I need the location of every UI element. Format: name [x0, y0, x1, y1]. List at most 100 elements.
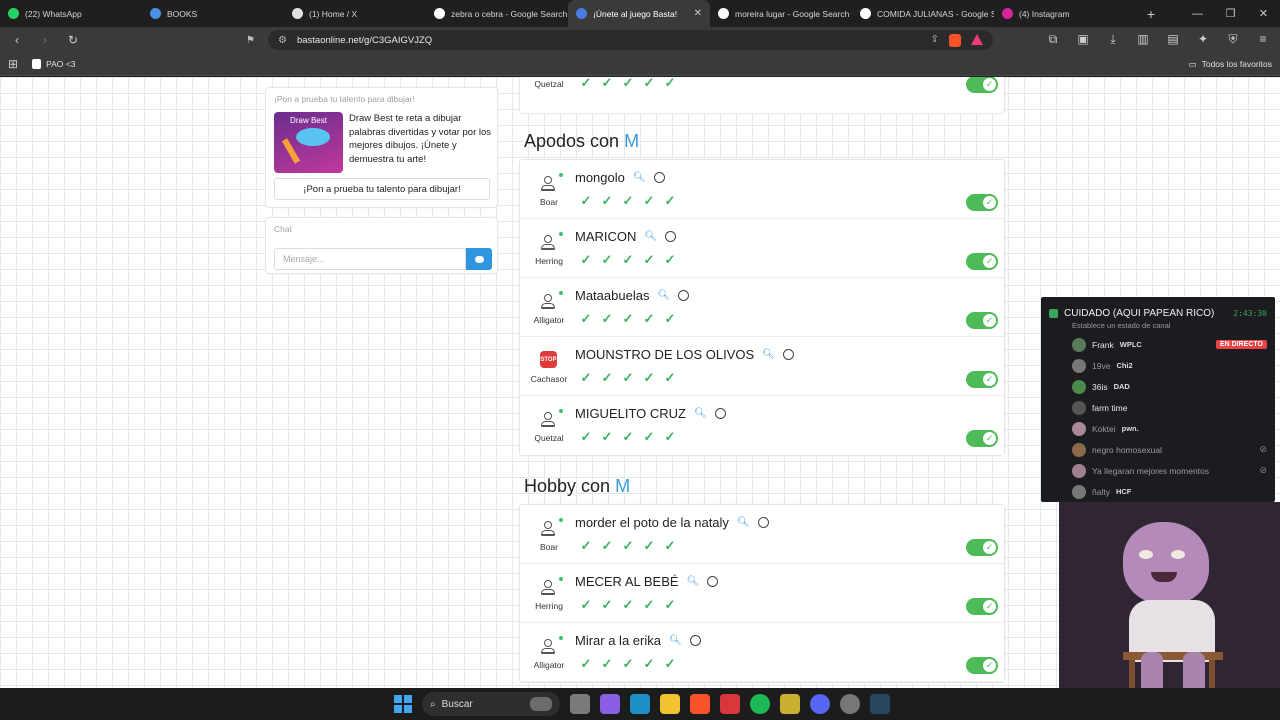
- chat-message-input[interactable]: Mensaje...: [274, 248, 466, 270]
- voice-channel[interactable]: CUIDADO (AQUI PAPEAN RICO) 2:43:30: [1049, 308, 1267, 319]
- check-icon[interactable]: ✓: [621, 430, 635, 444]
- check-icon[interactable]: ✓: [600, 430, 614, 444]
- new-tab-button[interactable]: +: [1136, 0, 1166, 27]
- all-bookmarks[interactable]: ▭ Todos los favoritos: [1189, 59, 1272, 70]
- check-icon[interactable]: ✓: [663, 598, 677, 612]
- valid-toggle[interactable]: ✓: [966, 371, 998, 388]
- check-icon[interactable]: ✓: [642, 253, 656, 267]
- check-icon[interactable]: ✓: [579, 657, 593, 671]
- check-icon[interactable]: ✓: [663, 371, 677, 385]
- tab-whatsapp[interactable]: (22) WhatsApp: [0, 0, 142, 27]
- check-icon[interactable]: ✓: [642, 194, 656, 208]
- search-icon[interactable]: 🔍︎: [633, 172, 646, 183]
- spotify-icon[interactable]: [750, 694, 770, 714]
- minimize-icon[interactable]: —: [1181, 0, 1214, 27]
- check-icon[interactable]: ✓: [642, 312, 656, 326]
- bookmark-pao[interactable]: PAO <3: [32, 59, 75, 69]
- extensions-icon[interactable]: ⧉: [1044, 32, 1062, 47]
- search-icon[interactable]: 🔍︎: [657, 290, 670, 301]
- tab-google-comida[interactable]: COMIDA JULIANAS - Google S: [852, 0, 994, 27]
- check-icon[interactable]: ✓: [621, 194, 635, 208]
- close-window-icon[interactable]: ✕: [1247, 0, 1280, 27]
- discord-icon[interactable]: [810, 694, 830, 714]
- share-icon[interactable]: ⇪: [931, 34, 939, 47]
- check-icon[interactable]: ✓: [663, 194, 677, 208]
- app-red-icon[interactable]: [720, 694, 740, 714]
- valid-toggle[interactable]: ✓: [966, 598, 998, 615]
- tab-google-moreira[interactable]: moreira lugar - Google Search: [710, 0, 852, 27]
- search-icon[interactable]: 🔍︎: [644, 231, 657, 242]
- check-icon[interactable]: ✓: [642, 77, 656, 90]
- search-icon[interactable]: 🔍︎: [694, 408, 707, 419]
- drawbest-thumbnail[interactable]: Draw Best: [274, 112, 343, 173]
- screenshot-icon[interactable]: ▣: [1074, 32, 1092, 47]
- check-icon[interactable]: ✓: [579, 371, 593, 385]
- wallet-icon[interactable]: ▤: [1164, 32, 1182, 47]
- search-icon[interactable]: 🔍︎: [737, 517, 750, 528]
- voice-member[interactable]: farm time: [1072, 397, 1267, 418]
- emoji-react-icon[interactable]: [678, 290, 690, 301]
- check-icon[interactable]: ✓: [579, 539, 593, 553]
- check-icon[interactable]: ✓: [621, 312, 635, 326]
- address-bar[interactable]: ⚑ ⚙ bastaonline.net/g/C3GAIGVJZQ ⇪: [246, 30, 993, 50]
- edge-icon[interactable]: [630, 694, 650, 714]
- emoji-react-icon[interactable]: [782, 349, 794, 360]
- url-text[interactable]: bastaonline.net/g/C3GAIGVJZQ: [297, 35, 432, 46]
- emoji-react-icon[interactable]: [757, 517, 769, 528]
- check-icon[interactable]: ✓: [642, 598, 656, 612]
- promo-cta-button[interactable]: ¡Pon a prueba tu talento para dibujar!: [274, 178, 490, 200]
- check-icon[interactable]: ✓: [621, 371, 635, 385]
- steam-icon[interactable]: [870, 694, 890, 714]
- download-icon[interactable]: ⤓: [1104, 32, 1122, 47]
- check-icon[interactable]: ✓: [621, 657, 635, 671]
- valid-toggle[interactable]: ✓: [966, 312, 998, 329]
- check-icon[interactable]: ✓: [663, 539, 677, 553]
- store-icon[interactable]: [570, 694, 590, 714]
- search-icon[interactable]: 🔍︎: [669, 635, 682, 646]
- restore-icon[interactable]: ❐: [1214, 0, 1247, 27]
- valid-toggle[interactable]: ✓: [966, 77, 998, 93]
- check-icon[interactable]: ✓: [579, 312, 593, 326]
- check-icon[interactable]: ✓: [600, 77, 614, 90]
- check-icon[interactable]: ✓: [663, 312, 677, 326]
- channel-status[interactable]: Establece un estado de canal: [1072, 321, 1267, 330]
- check-icon[interactable]: ✓: [600, 539, 614, 553]
- vpn-icon[interactable]: ⛨: [1224, 32, 1242, 47]
- check-icon[interactable]: ✓: [621, 598, 635, 612]
- apps-grid-icon[interactable]: ⊞: [8, 57, 18, 71]
- check-icon[interactable]: ✓: [579, 598, 593, 612]
- check-icon[interactable]: ✓: [663, 657, 677, 671]
- check-icon[interactable]: ✓: [579, 77, 593, 90]
- tab-google-zebra[interactable]: zebra o cebra - Google Search: [426, 0, 568, 27]
- voice-member[interactable]: Ya llegaran mejores momentos ⊘: [1072, 460, 1267, 481]
- send-message-button[interactable]: [466, 248, 492, 270]
- emoji-react-icon[interactable]: [665, 231, 677, 242]
- valid-toggle[interactable]: ✓: [966, 539, 998, 556]
- voice-member[interactable]: 19ve Chi2: [1072, 355, 1267, 376]
- check-icon[interactable]: ✓: [663, 77, 677, 90]
- tab-books[interactable]: BOOKS: [142, 0, 284, 27]
- forward-icon[interactable]: ›: [36, 33, 54, 47]
- check-icon[interactable]: ✓: [642, 539, 656, 553]
- emoji-react-icon[interactable]: [714, 408, 726, 419]
- check-icon[interactable]: ✓: [621, 253, 635, 267]
- tab-x[interactable]: (1) Home / X: [284, 0, 426, 27]
- valid-toggle[interactable]: ✓: [966, 657, 998, 674]
- search-icon[interactable]: 🔍︎: [762, 349, 775, 360]
- taskbar-search[interactable]: ⌕ Buscar: [422, 692, 560, 716]
- back-icon[interactable]: ‹: [8, 33, 26, 47]
- app-gear-icon[interactable]: [840, 694, 860, 714]
- voice-member[interactable]: 36is DAD: [1072, 376, 1267, 397]
- valid-toggle[interactable]: ✓: [966, 194, 998, 211]
- check-icon[interactable]: ✓: [600, 312, 614, 326]
- voice-member[interactable]: Frank WPLC EN DIRECTO: [1072, 334, 1267, 355]
- check-icon[interactable]: ✓: [579, 194, 593, 208]
- brave-icon[interactable]: [690, 694, 710, 714]
- emoji-react-icon[interactable]: [707, 576, 719, 587]
- search-icon[interactable]: 🔍︎: [687, 576, 700, 587]
- leo-icon[interactable]: ✦: [1194, 32, 1212, 47]
- tab-basta[interactable]: ¡Únete al juego Basta! ✕: [568, 0, 710, 27]
- emoji-react-icon[interactable]: [689, 635, 701, 646]
- check-icon[interactable]: ✓: [600, 598, 614, 612]
- check-icon[interactable]: ✓: [642, 657, 656, 671]
